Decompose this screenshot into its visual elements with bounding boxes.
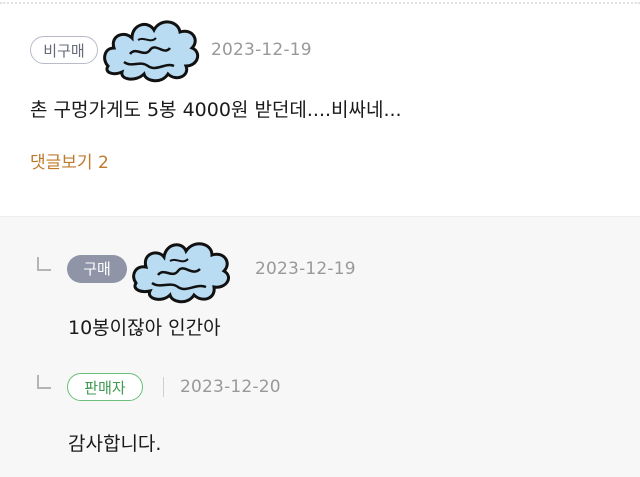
review-date: 2023-12-19 [211,40,312,60]
censor-cloud-icon [103,20,200,83]
top-divider [0,2,640,4]
buyer-badge: 구매 [67,255,127,283]
censor-cloud-icon [132,242,230,304]
replies-section: 구매 2023-12-19 10봉이잖아 인간아 판매자 2023-12-20 … [0,216,640,477]
reply-date: 2023-12-20 [180,377,281,397]
non-buyer-badge: 비구매 [30,36,98,64]
reply-arrow-icon [37,257,51,271]
review-text: 촌 구멍가게도 5봉 4000원 받던데....비싸네... [30,99,402,121]
seller-badge: 판매자 [67,373,143,401]
reply-arrow-icon [37,375,51,389]
review-item: 비구매 2023-12-19 촌 구멍가게도 5봉 4000원 받던데....비… [0,0,640,216]
show-replies-link[interactable]: 댓글보기 2 [30,148,109,173]
reply-date: 2023-12-19 [255,259,356,279]
separator [163,377,164,397]
reply-text: 10봉이잖아 인간아 [68,317,221,339]
reply-text: 감사합니다. [68,433,162,455]
